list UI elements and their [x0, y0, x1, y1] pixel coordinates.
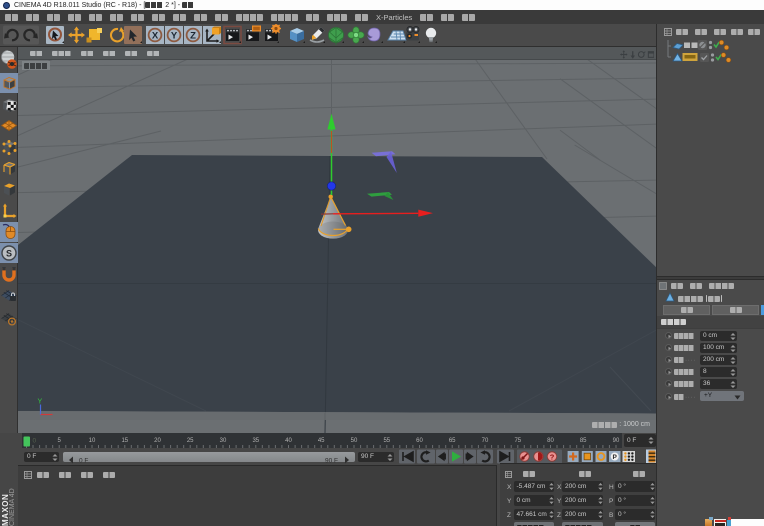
svg-text:10: 10: [89, 438, 96, 444]
svg-text:85: 85: [580, 438, 587, 444]
svg-text:40: 40: [285, 438, 292, 444]
svg-text:60: 60: [416, 438, 423, 444]
svg-text:45: 45: [318, 438, 325, 444]
svg-text:0: 0: [33, 438, 37, 445]
svg-text:90: 90: [613, 438, 620, 444]
svg-text:55: 55: [383, 438, 390, 444]
svg-text:X: X: [152, 31, 159, 42]
svg-text:20: 20: [154, 438, 161, 444]
svg-text:Z: Z: [190, 31, 196, 42]
svg-text:25: 25: [187, 438, 194, 444]
svg-text:15: 15: [121, 438, 128, 444]
svg-text:70: 70: [482, 438, 489, 444]
svg-text:30: 30: [220, 438, 227, 444]
svg-text:90 F: 90 F: [325, 458, 338, 465]
svg-text:Y: Y: [38, 399, 43, 406]
svg-text:75: 75: [514, 438, 521, 444]
svg-text:5: 5: [58, 438, 62, 444]
svg-text:Y: Y: [171, 31, 178, 42]
svg-text:50: 50: [351, 438, 358, 444]
svg-text:65: 65: [449, 438, 456, 444]
svg-text:0 F: 0 F: [79, 458, 88, 465]
svg-text:?: ?: [550, 452, 555, 461]
svg-text:80: 80: [547, 438, 554, 444]
svg-text:35: 35: [252, 438, 259, 444]
svg-text:P: P: [613, 454, 618, 461]
svg-text:S: S: [6, 249, 12, 259]
